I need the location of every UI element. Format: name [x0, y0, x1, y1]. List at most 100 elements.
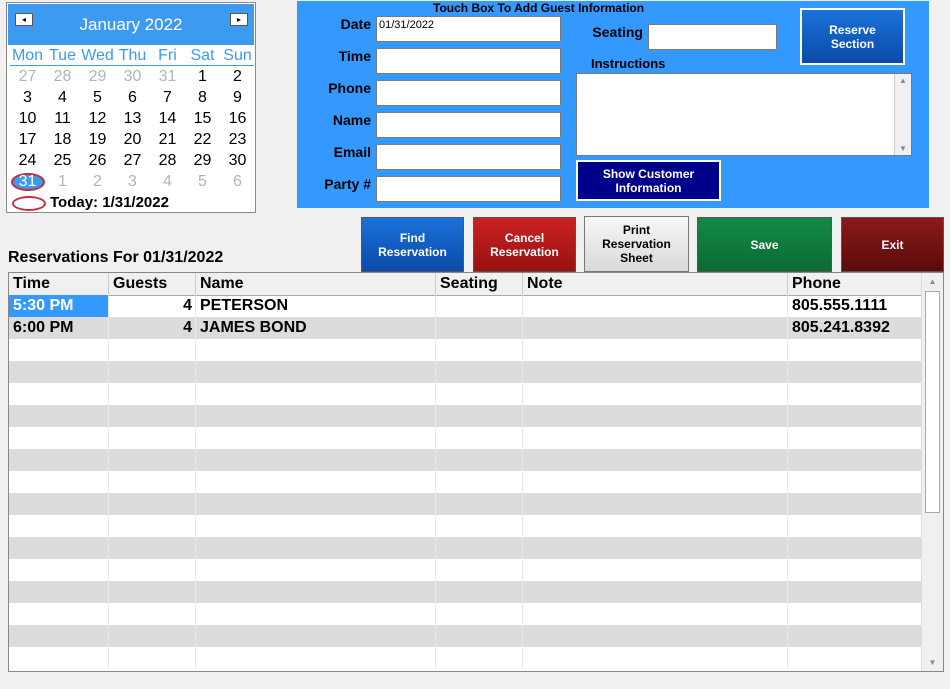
calendar-day[interactable]: 30	[115, 66, 150, 87]
calendar-day[interactable]: 5	[80, 87, 115, 108]
table-row[interactable]	[9, 339, 922, 361]
calendar-day[interactable]: 29	[185, 150, 220, 171]
table-row[interactable]	[9, 625, 922, 647]
party-size-field[interactable]	[376, 176, 561, 202]
calendar-day[interactable]: 8	[185, 87, 220, 108]
calendar-day[interactable]: 4	[45, 87, 80, 108]
calendar-day[interactable]: 30	[220, 150, 255, 171]
table-row[interactable]	[9, 383, 922, 405]
table-row[interactable]	[9, 449, 922, 471]
calendar-day[interactable]: 28	[45, 66, 80, 87]
column-header-guests[interactable]: Guests	[109, 273, 196, 295]
show-customer-info-button[interactable]: Show Customer Information	[576, 160, 721, 201]
table-row[interactable]	[9, 581, 922, 603]
scroll-down-icon[interactable]: ▼	[895, 144, 911, 153]
find-reservation-button[interactable]: Find Reservation	[361, 217, 464, 272]
table-row[interactable]: 5:30 PM 4 PETERSON 805.555.1111	[9, 295, 922, 317]
calendar-day[interactable]: 16	[220, 108, 255, 129]
cell-seating	[436, 647, 523, 669]
cell-note	[523, 317, 788, 339]
today-link[interactable]: Today: 1/31/2022	[50, 194, 169, 211]
table-row[interactable]	[9, 361, 922, 383]
column-header-name[interactable]: Name	[196, 273, 436, 295]
exit-button[interactable]: Exit	[841, 217, 944, 272]
calendar-day[interactable]: 22	[185, 129, 220, 150]
table-row[interactable]	[9, 427, 922, 449]
seating-field[interactable]	[648, 24, 777, 50]
cancel-reservation-button[interactable]: Cancel Reservation	[473, 217, 576, 272]
calendar-month-label: January 2022	[79, 15, 183, 34]
weekday-label: Mon	[11, 47, 44, 64]
column-header-phone[interactable]: Phone	[788, 273, 922, 295]
print-reservation-sheet-button[interactable]: Print Reservation Sheet	[584, 216, 689, 272]
instructions-textarea[interactable]: ▲ ▼	[576, 73, 912, 156]
calendar-day[interactable]: 27	[115, 150, 150, 171]
calendar-day[interactable]: 19	[80, 129, 115, 150]
calendar-day[interactable]: 6	[115, 87, 150, 108]
cell-time	[9, 493, 109, 515]
cell-phone	[788, 515, 922, 537]
column-header-note[interactable]: Note	[523, 273, 788, 295]
calendar-day[interactable]: 23	[220, 129, 255, 150]
calendar-day[interactable]: 1	[185, 66, 220, 87]
table-row[interactable]	[9, 647, 922, 669]
calendar-day[interactable]: 13	[115, 108, 150, 129]
calendar-day[interactable]: 9	[220, 87, 255, 108]
calendar-day[interactable]: 3	[10, 87, 45, 108]
calendar-day[interactable]: 5	[185, 171, 220, 192]
phone-field[interactable]	[376, 80, 561, 106]
name-field[interactable]	[376, 112, 561, 138]
show-customer-label-2: Information	[615, 180, 682, 195]
next-month-button[interactable]: ▸	[230, 13, 248, 26]
calendar-day[interactable]: 1	[45, 171, 80, 192]
reserve-section-button[interactable]: Reserve Section	[800, 8, 905, 65]
calendar-day[interactable]: 20	[115, 129, 150, 150]
calendar-day[interactable]: 6	[220, 171, 255, 192]
calendar-day[interactable]: 17	[10, 129, 45, 150]
instructions-scrollbar[interactable]: ▲ ▼	[894, 74, 911, 155]
scroll-up-icon[interactable]: ▲	[895, 76, 911, 85]
calendar-day[interactable]: 10	[10, 108, 45, 129]
calendar-day[interactable]: 31	[150, 66, 185, 87]
calendar-day[interactable]: 2	[80, 171, 115, 192]
calendar-day[interactable]: 28	[150, 150, 185, 171]
table-row[interactable]	[9, 471, 922, 493]
calendar-day[interactable]: 12	[80, 108, 115, 129]
calendar-day[interactable]: 21	[150, 129, 185, 150]
time-field[interactable]	[376, 48, 561, 74]
table-scrollbar[interactable]: ▲ ▼	[921, 273, 943, 671]
table-row[interactable]	[9, 559, 922, 581]
calendar-day[interactable]: 14	[150, 108, 185, 129]
table-row[interactable]	[9, 493, 922, 515]
table-row[interactable]	[9, 515, 922, 537]
calendar-day[interactable]: 27	[10, 66, 45, 87]
table-row[interactable]	[9, 537, 922, 559]
calendar-day[interactable]: 24	[10, 150, 45, 171]
calendar-day[interactable]: 7	[150, 87, 185, 108]
scroll-down-icon[interactable]: ▼	[922, 658, 943, 667]
calendar-day[interactable]: 15	[185, 108, 220, 129]
calendar-day[interactable]: 3	[115, 171, 150, 192]
calendar-day[interactable]: 25	[45, 150, 80, 171]
calendar-day[interactable]: 4	[150, 171, 185, 192]
calendar-day[interactable]: 11	[45, 108, 80, 129]
calendar-day[interactable]: 31	[10, 171, 45, 192]
scrollbar-thumb[interactable]	[925, 291, 940, 513]
scroll-up-icon[interactable]: ▲	[922, 277, 943, 286]
calendar-day[interactable]: 26	[80, 150, 115, 171]
column-header-time[interactable]: Time	[9, 273, 109, 295]
calendar-day[interactable]: 2	[220, 66, 255, 87]
calendar-day[interactable]: 18	[45, 129, 80, 150]
month-calendar[interactable]: ◂ January 2022 ▸ Mon Tue Wed Thu Fri Sat…	[6, 2, 256, 213]
table-row[interactable]: 6:00 PM 4 JAMES BOND 805.241.8392	[9, 317, 922, 339]
email-field[interactable]	[376, 144, 561, 170]
calendar-day[interactable]: 29	[80, 66, 115, 87]
date-field[interactable]: 01/31/2022	[376, 16, 561, 42]
reservations-table[interactable]: Time Guests Name Seating Note Phone 5:30…	[8, 272, 944, 672]
column-header-seating[interactable]: Seating	[436, 273, 523, 295]
time-label: Time	[338, 48, 371, 64]
table-row[interactable]	[9, 603, 922, 625]
table-row[interactable]	[9, 405, 922, 427]
save-button[interactable]: Save	[697, 217, 832, 272]
cell-guests	[109, 383, 196, 405]
